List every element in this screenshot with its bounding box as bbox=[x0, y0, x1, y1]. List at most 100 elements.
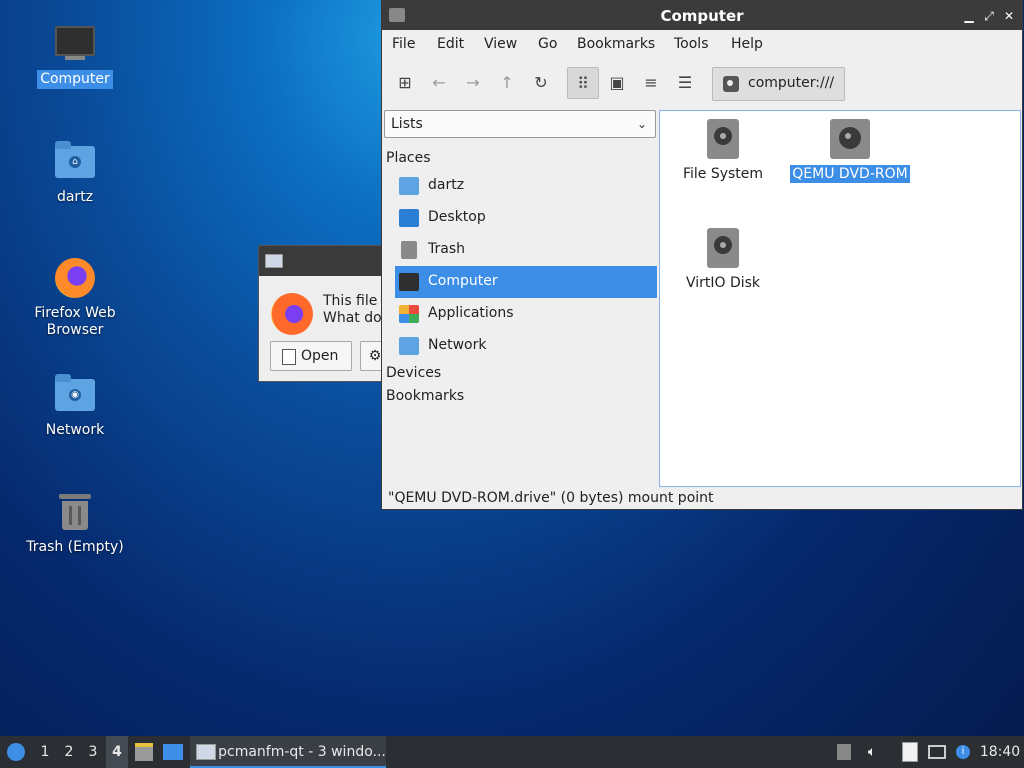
compact-view-button[interactable]: ≡ bbox=[635, 67, 667, 99]
desktop-icon-computer[interactable]: Computer bbox=[20, 22, 130, 89]
places-header[interactable]: Places bbox=[386, 150, 431, 166]
workspace-3[interactable]: 3 bbox=[82, 736, 104, 768]
menu-view[interactable]: View bbox=[484, 36, 517, 52]
desktop-icon-firefox[interactable]: Firefox Web Browser bbox=[20, 256, 130, 340]
open-file-icon bbox=[282, 349, 296, 365]
desktop-icon-network[interactable]: ◉ Network bbox=[20, 373, 130, 440]
open-button-label: Open bbox=[301, 348, 339, 364]
menu-edit[interactable]: Edit bbox=[437, 36, 464, 52]
file-manager-launcher[interactable] bbox=[132, 736, 156, 768]
clipboard-button[interactable] bbox=[898, 736, 922, 768]
file-item-dvd-rom[interactable]: QEMU DVD-ROM bbox=[788, 119, 912, 183]
file-view[interactable]: File System QEMU DVD-ROM VirtIO Disk bbox=[659, 110, 1021, 487]
up-button[interactable]: ↑ bbox=[491, 67, 523, 99]
forward-button[interactable]: → bbox=[457, 67, 489, 99]
menu-tools[interactable]: Tools bbox=[674, 36, 709, 52]
drive-icon bbox=[707, 228, 739, 268]
menu-go[interactable]: Go bbox=[538, 36, 557, 52]
clock[interactable]: 18:40 bbox=[978, 736, 1022, 768]
sidebar-item-network[interactable]: Network bbox=[395, 330, 657, 362]
start-menu-button[interactable] bbox=[4, 736, 28, 768]
taskbar-item-pcmanfm[interactable]: pcmanfm-qt - 3 windo... bbox=[190, 736, 386, 768]
devices-header[interactable]: Devices bbox=[386, 365, 441, 381]
detailed-list-icon: ☰ bbox=[677, 73, 693, 92]
sidebar-item-applications[interactable]: Applications bbox=[395, 298, 657, 330]
file-item-label: QEMU DVD-ROM bbox=[790, 165, 910, 183]
tray-arrow-button[interactable] bbox=[834, 736, 854, 768]
menubar: File Edit View Go Bookmarks Tools Help bbox=[382, 30, 1022, 61]
sidebar-item-computer[interactable]: Computer bbox=[395, 266, 657, 298]
file-item-label: File System bbox=[682, 166, 764, 182]
menu-file[interactable]: File bbox=[392, 36, 415, 52]
list-icon: ≡ bbox=[644, 73, 658, 92]
sidebar-mode-select[interactable]: Lists ⌄ bbox=[384, 110, 656, 138]
open-button[interactable]: Open bbox=[270, 341, 352, 371]
sidebar-item-trash[interactable]: Trash bbox=[395, 234, 657, 266]
firefox-icon bbox=[53, 256, 97, 300]
window-titlebar[interactable]: Computer ▁ ⤢ ✕ bbox=[382, 1, 1022, 30]
home-folder-icon bbox=[399, 177, 419, 195]
desktop-icon-label: dartz bbox=[56, 189, 94, 205]
arrow-up-icon: ↑ bbox=[500, 73, 514, 92]
sidebar-item-label: Desktop bbox=[428, 209, 486, 225]
updates-button[interactable]: i bbox=[952, 736, 974, 768]
close-button[interactable]: ✕ bbox=[999, 6, 1019, 26]
volume-icon: 🔈︎ bbox=[867, 744, 877, 760]
dialog-message-line1: This file bbox=[323, 293, 378, 309]
reload-button[interactable]: ↻ bbox=[525, 67, 557, 99]
sidebar-mode-value: Lists bbox=[391, 116, 423, 132]
close-icon: ✕ bbox=[1003, 9, 1015, 23]
home-folder-icon: ⌂ bbox=[53, 140, 97, 184]
icon-view-button[interactable]: ⠿ bbox=[567, 67, 599, 99]
desktop-icon-label: Trash (Empty) bbox=[26, 539, 124, 555]
maximize-button[interactable]: ⤢ bbox=[979, 6, 999, 26]
image-icon: ▣ bbox=[609, 73, 625, 92]
arrow-left-icon: ← bbox=[432, 73, 446, 92]
window-icon bbox=[196, 744, 216, 760]
detailed-view-button[interactable]: ☰ bbox=[669, 67, 701, 99]
sidebar: Lists ⌄ Places dartz Desktop Trash Compu… bbox=[383, 110, 657, 490]
minimize-button[interactable]: ▁ bbox=[959, 6, 979, 26]
computer-icon bbox=[399, 273, 419, 291]
network-status-button[interactable] bbox=[924, 736, 950, 768]
menu-help[interactable]: Help bbox=[731, 36, 763, 52]
menu-bookmarks[interactable]: Bookmarks bbox=[577, 36, 655, 52]
dialog-titlebar[interactable] bbox=[259, 246, 397, 276]
network-wired-icon bbox=[928, 745, 946, 759]
window-title: Computer bbox=[660, 7, 744, 25]
desktop-icon bbox=[399, 209, 419, 227]
desktop-icon bbox=[163, 744, 183, 760]
back-button[interactable]: ← bbox=[423, 67, 455, 99]
toolbar: ⊞ ← → ↑ ↻ ⠿ ▣ ≡ ☰ bbox=[382, 61, 1022, 105]
thumbnail-view-button[interactable]: ▣ bbox=[601, 67, 633, 99]
chevron-up-icon bbox=[837, 744, 851, 760]
minimize-icon: ▁ bbox=[964, 9, 974, 23]
reload-icon: ↻ bbox=[534, 73, 548, 92]
workspace-1[interactable]: 1 bbox=[34, 736, 56, 768]
workspace-2[interactable]: 2 bbox=[58, 736, 80, 768]
sidebar-item-label: Network bbox=[428, 337, 487, 353]
network-folder-icon: ◉ bbox=[53, 373, 97, 417]
sidebar-item-dartz[interactable]: dartz bbox=[395, 170, 657, 202]
desktop-icon-home[interactable]: ⌂ dartz bbox=[20, 140, 130, 207]
bookmarks-header[interactable]: Bookmarks bbox=[386, 388, 464, 404]
desktop-icon-label: Firefox Web Browser bbox=[34, 305, 116, 338]
lxqt-logo-icon bbox=[7, 743, 25, 761]
gear-icon: ⚙ bbox=[368, 348, 382, 364]
desktop-icon-label: Computer bbox=[37, 70, 113, 89]
workspace-4[interactable]: 4 bbox=[106, 736, 128, 768]
file-item-file-system[interactable]: File System bbox=[668, 119, 778, 183]
firefox-icon bbox=[271, 293, 313, 335]
desktop-icon-trash[interactable]: Trash (Empty) bbox=[20, 490, 130, 557]
dialog-message-line2: What do bbox=[323, 310, 382, 326]
sidebar-item-label: Applications bbox=[428, 305, 514, 321]
download-dialog: This file What do Open ⚙ bbox=[258, 245, 398, 382]
clipboard-icon bbox=[902, 742, 918, 762]
new-tab-button[interactable]: ⊞ bbox=[389, 67, 421, 99]
sidebar-item-desktop[interactable]: Desktop bbox=[395, 202, 657, 234]
file-item-virtio-disk[interactable]: VirtIO Disk bbox=[668, 228, 778, 292]
volume-button[interactable]: 🔈︎ bbox=[860, 736, 884, 768]
info-icon: i bbox=[956, 745, 970, 759]
path-button[interactable]: computer:/// bbox=[712, 67, 845, 101]
show-desktop-button[interactable] bbox=[160, 736, 186, 768]
